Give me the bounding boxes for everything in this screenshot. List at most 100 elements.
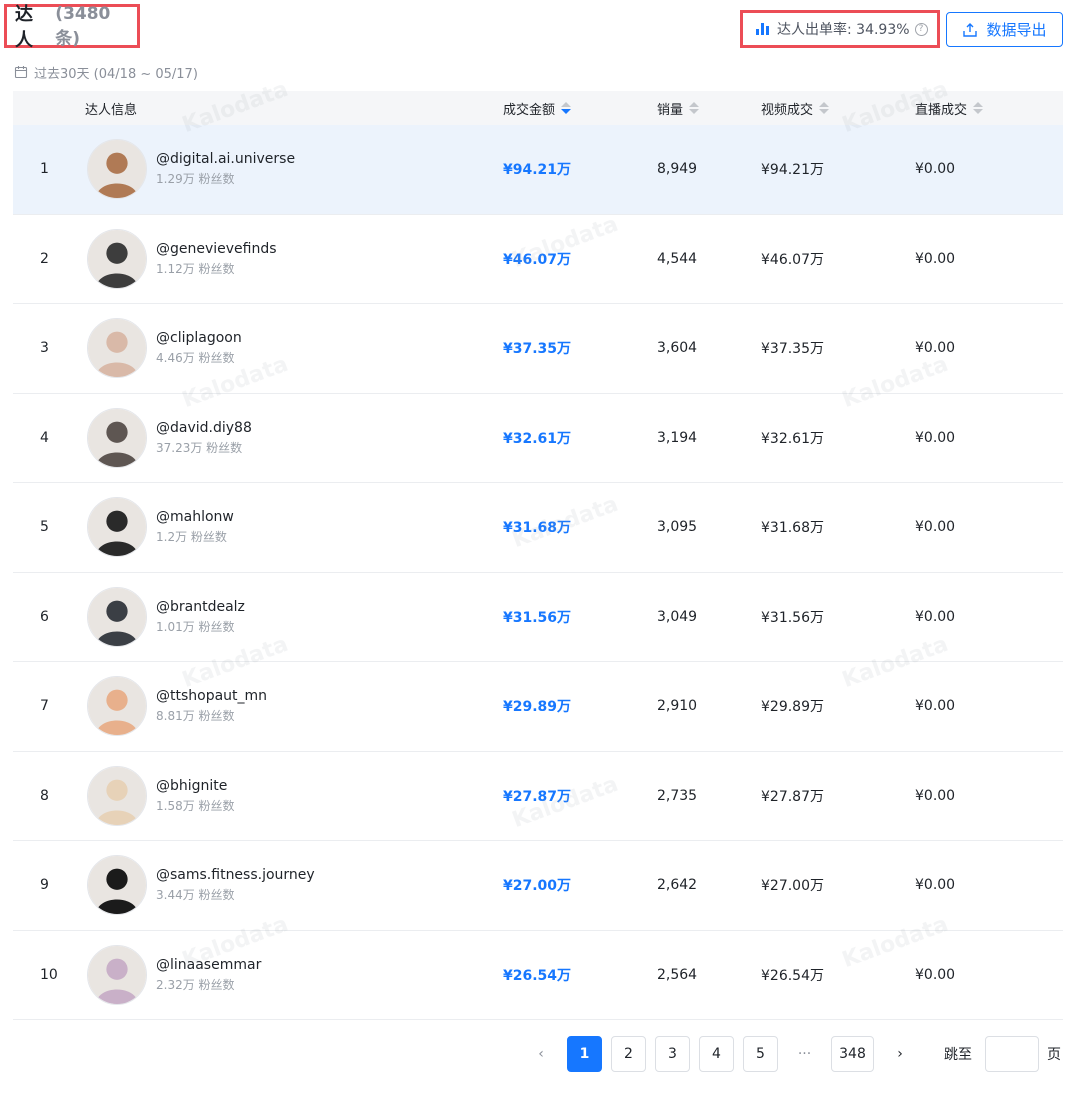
avatar[interactable] [87,676,147,737]
sales-cell: 2,735 [657,787,698,804]
creator-handle[interactable]: @ttshopaut_mn [156,687,267,705]
table-row[interactable]: 7 @ttshopaut_mn 8.81万 粉丝数 ¥29.89万 2,910 … [13,662,1063,752]
export-data-button[interactable]: 数据导出 [946,12,1063,47]
table-row[interactable]: 2 @genevievefinds 1.12万 粉丝数 ¥46.07万 4,54… [13,215,1063,304]
video-gmv-cell: ¥29.89万 [761,699,824,716]
avatar[interactable] [87,944,147,1005]
page-jump-input[interactable] [985,1036,1039,1072]
avatar[interactable] [87,497,147,558]
follower-count: 8.81万 粉丝数 [156,709,235,724]
page-button-5[interactable]: 5 [743,1036,778,1072]
follower-count: 2.32万 粉丝数 [156,977,235,992]
rank-cell: 10 [40,966,58,983]
sales-cell: 3,049 [657,608,698,625]
avatar[interactable] [87,407,147,468]
page-button-last[interactable]: 348 [831,1036,874,1072]
creator-info[interactable]: @david.diy88 37.23万 粉丝数 [156,394,252,483]
video-gmv-cell: ¥32.61万 [761,430,824,447]
follower-count: 37.23万 粉丝数 [156,440,243,455]
table-row[interactable]: 4 @david.diy88 37.23万 粉丝数 ¥32.61万 3,194 … [13,394,1063,483]
page-button-2[interactable]: 2 [611,1036,646,1072]
creator-handle[interactable]: @mahlonw [156,508,234,526]
sort-icon[interactable] [561,102,572,114]
gmv-cell: ¥46.07万 [503,251,572,268]
creator-handle[interactable]: @brantdealz [156,598,245,616]
avatar-image [88,766,146,825]
rank-cell: 8 [40,787,49,804]
table-row[interactable]: 6 @brantdealz 1.01万 粉丝数 ¥31.56万 3,049 ¥3… [13,573,1063,662]
help-icon[interactable]: ? [914,22,928,36]
table-header: 达人信息 成交金额 销量 视频成交 直播成交 [13,91,1063,125]
jump-label: 跳至 [944,1047,972,1063]
creator-handle[interactable]: @david.diy88 [156,419,252,437]
creator-handle[interactable]: @genevievefinds [156,240,277,258]
avatar[interactable] [87,765,147,826]
rank-cell: 7 [40,698,49,715]
table-row[interactable]: 10 @linaasemmar 2.32万 粉丝数 ¥26.54万 2,564 … [13,931,1063,1020]
page-ellipsis[interactable]: ··· [787,1036,822,1072]
live-gmv-cell: ¥0.00 [915,698,956,715]
avatar[interactable] [87,318,147,379]
date-range: 过去30天 (04/18 ~ 05/17) [14,62,198,82]
sort-icon[interactable] [973,102,984,114]
sales-cell: 2,564 [657,966,698,983]
creator-info[interactable]: @ttshopaut_mn 8.81万 粉丝数 [156,662,267,751]
gmv-cell: ¥29.89万 [503,699,572,716]
creator-handle[interactable]: @digital.ai.universe [156,150,295,168]
table-row[interactable]: 8 @bhignite 1.58万 粉丝数 ¥27.87万 2,735 ¥27.… [13,752,1063,841]
video-gmv-cell: ¥27.00万 [761,878,824,895]
live-gmv-cell: ¥0.00 [915,429,956,446]
avatar[interactable] [87,139,147,200]
sales-cell: 8,949 [657,161,698,178]
sales-cell: 3,194 [657,429,698,446]
creator-info[interactable]: @digital.ai.universe 1.29万 粉丝数 [156,125,295,214]
video-gmv-cell: ¥37.35万 [761,341,824,358]
creator-info[interactable]: @cliplagoon 4.46万 粉丝数 [156,304,242,393]
page-button-3[interactable]: 3 [655,1036,690,1072]
follower-count: 3.44万 粉丝数 [156,888,235,903]
live-gmv-cell: ¥0.00 [915,161,956,178]
prev-page-button[interactable]: ‹ [527,1036,555,1072]
video-gmv-cell: ¥27.87万 [761,788,824,805]
conversion-rate-text: 达人出单率: 34.93% [777,22,910,38]
col-live-gmv[interactable]: 直播成交 [915,91,984,125]
sort-icon[interactable] [819,102,830,114]
col-gmv[interactable]: 成交金额 [503,91,572,125]
gmv-cell: ¥27.00万 [503,878,572,895]
page-button-4[interactable]: 4 [699,1036,734,1072]
creator-info[interactable]: @linaasemmar 2.32万 粉丝数 [156,931,261,1020]
table-row[interactable]: 9 @sams.fitness.journey 3.44万 粉丝数 ¥27.00… [13,841,1063,931]
creator-handle[interactable]: @cliplagoon [156,329,242,347]
avatar[interactable] [87,855,147,916]
table-row[interactable]: 1 @digital.ai.universe 1.29万 粉丝数 ¥94.21万… [13,125,1063,215]
creator-handle[interactable]: @sams.fitness.journey [156,866,315,884]
col-sales[interactable]: 销量 [657,91,700,125]
rank-cell: 5 [40,519,49,536]
avatar-image [88,140,146,199]
video-gmv-cell: ¥94.21万 [761,162,824,179]
creator-info[interactable]: @sams.fitness.journey 3.44万 粉丝数 [156,841,315,930]
table-row[interactable]: 5 @mahlonw 1.2万 粉丝数 ¥31.68万 3,095 ¥31.68… [13,483,1063,573]
page-button-1[interactable]: 1 [567,1036,602,1072]
sort-icon[interactable] [689,102,700,114]
creator-handle[interactable]: @bhignite [156,777,227,795]
col-video-gmv[interactable]: 视频成交 [761,91,830,125]
col-creator-info: 达人信息 [85,102,138,118]
sales-cell: 2,642 [657,877,698,894]
avatar[interactable] [87,228,147,289]
table-row[interactable]: 3 @cliplagoon 4.46万 粉丝数 ¥37.35万 3,604 ¥3… [13,304,1063,394]
bar-chart-icon [756,23,769,35]
creator-info[interactable]: @mahlonw 1.2万 粉丝数 [156,483,234,572]
rank-cell: 6 [40,608,49,625]
next-page-button[interactable]: › [885,1036,915,1072]
avatar[interactable] [87,586,147,647]
creator-handle[interactable]: @linaasemmar [156,956,261,974]
creator-info[interactable]: @genevievefinds 1.12万 粉丝数 [156,215,277,304]
sales-cell: 2,910 [657,698,698,715]
avatar-image [88,408,146,467]
page-header: 达人 (3480 条) 达人出单率: 34.93% ? 数据导出 过去30天 (… [0,0,1080,82]
creator-info[interactable]: @brantdealz 1.01万 粉丝数 [156,573,245,662]
creator-info[interactable]: @bhignite 1.58万 粉丝数 [156,752,235,841]
video-gmv-cell: ¥26.54万 [761,967,824,984]
avatar-image [88,229,146,288]
